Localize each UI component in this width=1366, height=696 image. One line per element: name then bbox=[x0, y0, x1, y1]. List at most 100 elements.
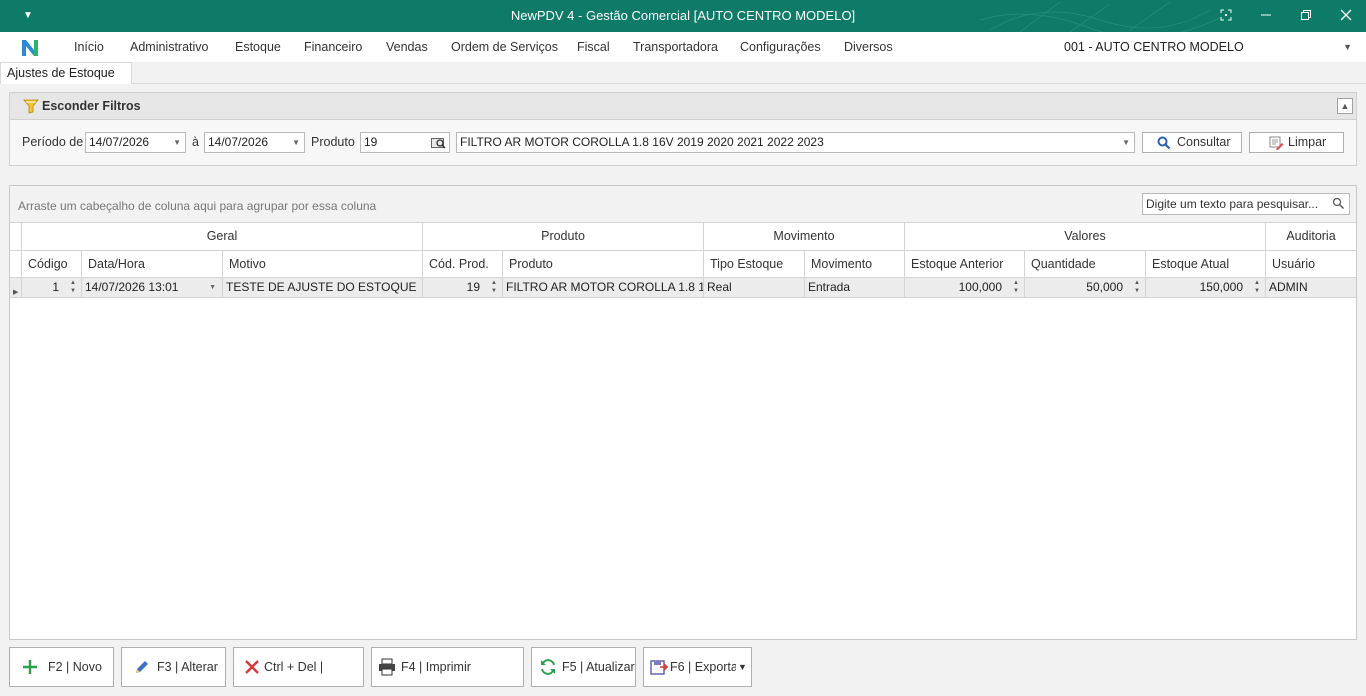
limpar-button[interactable]: Limpar bbox=[1249, 132, 1344, 153]
novo-button[interactable]: F2 | Novo bbox=[9, 647, 114, 687]
band-movimento[interactable]: Movimento bbox=[704, 223, 905, 250]
menu-inicio[interactable]: Início bbox=[74, 40, 104, 54]
table-row[interactable]: ▶ 1 ▲ ▼ 14/07/2026 13:01 ▼ TESTE DE AJUST… bbox=[10, 278, 1356, 298]
cell-codigo[interactable]: 1 ▲ ▼ bbox=[22, 278, 82, 297]
imprimir-consulta-button[interactable]: F4 | Imprimir Consulta bbox=[371, 647, 524, 687]
menu-configuracoes[interactable]: Configurações bbox=[740, 40, 821, 54]
spin-arrows-icon[interactable]: ▲ ▼ bbox=[1133, 279, 1141, 295]
produto-description-select[interactable]: FILTRO AR MOTOR COROLLA 1.8 16V 2019 202… bbox=[456, 132, 1135, 153]
company-select[interactable]: 001 - AUTO CENTRO MODELO ▼ bbox=[1061, 36, 1359, 56]
band-auditoria[interactable]: Auditoria bbox=[1266, 223, 1356, 250]
cell-codigo-value: 1 bbox=[52, 280, 59, 294]
filter-panel-header[interactable]: Esconder Filtros ▲ bbox=[10, 93, 1356, 120]
restore-icon[interactable] bbox=[1286, 0, 1326, 32]
band-geral[interactable]: Geral bbox=[22, 223, 423, 250]
menu-administrativo[interactable]: Administrativo bbox=[130, 40, 209, 54]
date-from-value: 14/07/2026 bbox=[89, 135, 150, 149]
cell-produto[interactable]: FILTRO AR MOTOR COROLLA 1.8 16V bbox=[503, 278, 704, 297]
cell-estoque-atual[interactable]: 150,000 ▲ ▼ bbox=[1146, 278, 1266, 297]
cell-movimento[interactable]: Entrada bbox=[805, 278, 905, 297]
excluir-button[interactable]: Ctrl + Del | Excluir bbox=[233, 647, 364, 687]
cell-quantidade[interactable]: 50,000 ▲ ▼ bbox=[1025, 278, 1146, 297]
cell-tipo-estoque[interactable]: Real bbox=[704, 278, 805, 297]
spin-arrows-icon[interactable]: ▲ ▼ bbox=[1012, 279, 1020, 295]
cell-estoque-anterior[interactable]: 100,000 ▲ ▼ bbox=[905, 278, 1025, 297]
atualizar-button[interactable]: F5 | Atualizar bbox=[531, 647, 636, 687]
col-tipo-estoque[interactable]: Tipo Estoque bbox=[704, 251, 805, 277]
band-valores[interactable]: Valores bbox=[905, 223, 1266, 250]
data-grid: Arraste um cabeçalho de coluna aqui para… bbox=[9, 185, 1357, 640]
col-estoque-anterior[interactable]: Estoque Anterior bbox=[905, 251, 1025, 277]
menu-financeiro[interactable]: Financeiro bbox=[304, 40, 362, 54]
chevron-down-icon: ▼ bbox=[1343, 42, 1352, 52]
date-to-value: 14/07/2026 bbox=[208, 135, 269, 149]
product-search-icon[interactable] bbox=[431, 136, 446, 149]
imprimir-consulta-label: F4 | Imprimir Consulta bbox=[401, 660, 471, 674]
alterar-button[interactable]: F3 | Alterar bbox=[121, 647, 226, 687]
spin-arrows-icon[interactable]: ▲ ▼ bbox=[490, 279, 498, 295]
col-codigo[interactable]: Código bbox=[22, 251, 82, 277]
col-quantidade[interactable]: Quantidade bbox=[1025, 251, 1146, 277]
periodo-label: Período de bbox=[22, 135, 84, 149]
chevron-down-icon[interactable]: ▼ bbox=[209, 278, 216, 297]
cell-data-hora[interactable]: 14/07/2026 13:01 ▼ bbox=[82, 278, 223, 297]
date-to-field[interactable]: 14/07/2026 ▼ bbox=[204, 132, 305, 153]
excluir-label: Ctrl + Del | Excluir bbox=[264, 660, 324, 674]
spin-arrows-icon[interactable]: ▲ ▼ bbox=[69, 279, 77, 295]
produto-code-field[interactable]: 19 bbox=[360, 132, 450, 153]
col-usuario[interactable]: Usuário bbox=[1266, 251, 1356, 277]
tab-ajustes-de-estoque[interactable]: Ajustes de Estoque bbox=[0, 62, 132, 84]
spin-arrows-icon[interactable]: ▲ ▼ bbox=[1253, 279, 1261, 295]
close-icon bbox=[245, 660, 259, 674]
printer-icon bbox=[379, 658, 395, 676]
alterar-label: F3 | Alterar bbox=[157, 660, 218, 674]
band-produto[interactable]: Produto bbox=[423, 223, 704, 250]
indicator-header-cell bbox=[10, 251, 22, 277]
cell-motivo[interactable]: TESTE DE AJUSTE DO ESTOQUE bbox=[223, 278, 423, 297]
menu-transportadora[interactable]: Transportadora bbox=[633, 40, 718, 54]
group-by-panel[interactable]: Arraste um cabeçalho de coluna aqui para… bbox=[10, 186, 1356, 223]
cell-estoque-atual-value: 150,000 bbox=[1199, 280, 1243, 294]
pencil-icon bbox=[136, 661, 148, 673]
fullscreen-icon[interactable] bbox=[1206, 0, 1246, 32]
col-data-hora[interactable]: Data/Hora bbox=[82, 251, 223, 277]
filter-panel-title: Esconder Filtros bbox=[42, 99, 141, 113]
cell-cod-prod[interactable]: 19 ▲ ▼ bbox=[423, 278, 503, 297]
atualizar-label: F5 | Atualizar bbox=[562, 660, 635, 674]
cell-usuario[interactable]: ADMIN bbox=[1266, 278, 1356, 297]
collapse-icon[interactable]: ▲ bbox=[1337, 98, 1353, 114]
filter-panel: Esconder Filtros ▲ Período de 14/07/2026… bbox=[9, 92, 1357, 166]
col-produto[interactable]: Produto bbox=[503, 251, 704, 277]
menu-estoque[interactable]: Estoque bbox=[235, 40, 281, 54]
col-movimento[interactable]: Movimento bbox=[805, 251, 905, 277]
chevron-down-icon: ▼ bbox=[1122, 138, 1130, 147]
filter-icon bbox=[23, 99, 39, 114]
app-logo-icon[interactable] bbox=[20, 38, 40, 58]
menu-fiscal[interactable]: Fiscal bbox=[577, 40, 610, 54]
produto-description-value: FILTRO AR MOTOR COROLLA 1.8 16V 2019 202… bbox=[460, 135, 824, 149]
col-motivo[interactable]: Motivo bbox=[223, 251, 423, 277]
row-indicator[interactable]: ▶ bbox=[10, 278, 22, 297]
menu-vendas[interactable]: Vendas bbox=[386, 40, 428, 54]
cell-quantidade-value: 50,000 bbox=[1086, 280, 1123, 294]
row-focus-arrow-icon: ▶ bbox=[13, 289, 19, 296]
chevron-down-icon: ▼ bbox=[292, 138, 300, 147]
grid-search-input[interactable]: Digite um texto para pesquisar... bbox=[1142, 193, 1350, 215]
chevron-down-icon: ▼ bbox=[738, 662, 747, 672]
search-icon bbox=[1157, 136, 1171, 150]
exportar-label: F6 | Exportar bbox=[670, 660, 736, 674]
group-by-hint: Arraste um cabeçalho de coluna aqui para… bbox=[18, 199, 377, 213]
close-icon[interactable] bbox=[1326, 0, 1366, 32]
cell-estoque-anterior-value: 100,000 bbox=[958, 280, 1002, 294]
menu-diversos[interactable]: Diversos bbox=[844, 40, 893, 54]
menu-ordem-de-servicos[interactable]: Ordem de Serviços bbox=[451, 40, 558, 54]
col-cod-prod[interactable]: Cód. Prod. bbox=[423, 251, 503, 277]
minimize-icon[interactable] bbox=[1246, 0, 1286, 32]
consultar-button[interactable]: Consultar bbox=[1142, 132, 1242, 153]
plus-icon bbox=[23, 660, 37, 674]
exportar-button[interactable]: F6 | Exportar ▼ bbox=[643, 647, 752, 687]
col-estoque-atual[interactable]: Estoque Atual bbox=[1146, 251, 1266, 277]
band-indicator-cell bbox=[10, 223, 22, 250]
date-from-field[interactable]: 14/07/2026 ▼ bbox=[85, 132, 186, 153]
column-header-row: Código Data/Hora Motivo Cód. Prod. Produ… bbox=[10, 251, 1356, 278]
